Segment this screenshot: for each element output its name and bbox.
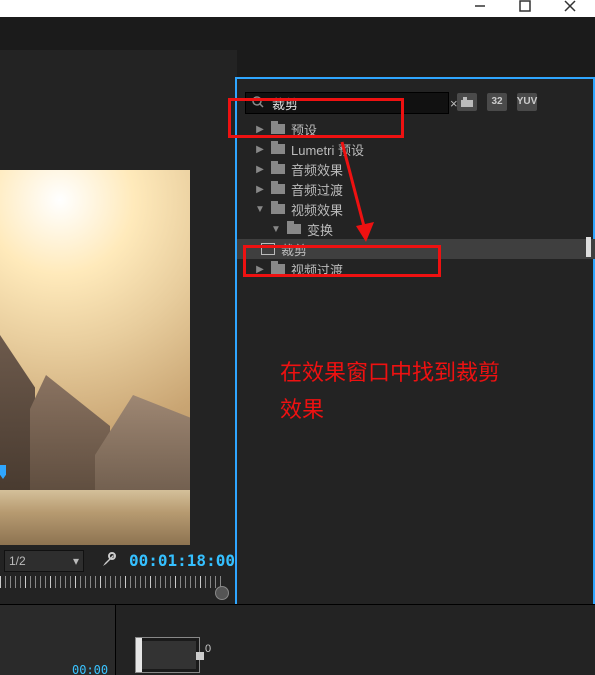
settings-wrench-icon[interactable] [99,551,117,572]
tree-lumetri-presets[interactable]: ▶ Lumetri 预设 [243,139,587,159]
chevron-down-icon: ▼ [271,224,281,235]
clip-trim-handle[interactable] [196,652,204,660]
timeline-panel: 00:00 0 [0,604,595,675]
clip-left-edge [136,638,142,672]
effect-type-filters: 32 YUV [457,93,537,111]
window-minimize-button[interactable] [460,0,500,16]
annotation-box-search [228,98,404,138]
tree-transform[interactable]: ▼ 变换 [243,219,587,239]
zoom-value: 1/2 [9,554,26,568]
annotation-box-crop [243,245,441,277]
chevron-right-icon: ▶ [255,164,265,175]
folder-icon [271,144,285,154]
preview-water [0,490,190,545]
monitor-controls: 1/2 ▾ 00:01:18:00 [0,546,237,576]
timecode-display[interactable]: 00:01:18:00 [129,553,235,569]
folder-icon [287,224,301,234]
window-titlebar [0,0,595,17]
chevron-down-icon: ▼ [255,204,265,215]
zoom-select[interactable]: 1/2 ▾ [4,550,84,572]
timeline-header: 00:00 [0,605,116,675]
tree-audio-effects[interactable]: ▶ 音频效果 [243,159,587,179]
annotation-line1: 在效果窗口中找到裁剪 [280,360,500,385]
clip-thumbnail [139,641,196,669]
timeline-clip[interactable] [135,637,200,673]
folder-icon [271,184,285,194]
tree-label: 变换 [307,220,333,239]
clip-duration-label: 0 [205,643,211,655]
chevron-down-icon: ▾ [73,554,79,568]
effects-panel: × 32 YUV ▶ 预设 ▶ Lumetri 预设 [235,77,595,609]
timeline-time-label: 00:00 [72,663,108,675]
tree-video-effects[interactable]: ▼ 视频效果 [243,199,587,219]
window-close-button[interactable] [550,0,590,16]
annotation-text: 在效果窗口中找到裁剪 效果 [280,354,500,429]
zoom-scroll-knob[interactable] [215,586,229,600]
accelerated-filter-icon[interactable] [457,93,477,111]
program-monitor: 1/2 ▾ 00:01:18:00 [0,50,237,605]
window-maximize-button[interactable] [505,0,545,16]
time-ruler[interactable] [0,576,225,588]
annotation-arrow [336,138,376,248]
32bit-filter-icon[interactable]: 32 [487,93,507,111]
annotation-line2: 效果 [280,397,324,422]
selection-end-handle [586,237,591,257]
chevron-right-icon: ▶ [255,184,265,195]
folder-icon [271,164,285,174]
folder-icon [271,204,285,214]
yuv-filter-icon[interactable]: YUV [517,93,537,111]
video-preview [0,170,190,545]
chevron-right-icon: ▶ [255,144,265,155]
tree-audio-transitions[interactable]: ▶ 音频过渡 [243,179,587,199]
screenshot-root: { "window": {"min":"−","max":"□","close"… [0,0,595,675]
